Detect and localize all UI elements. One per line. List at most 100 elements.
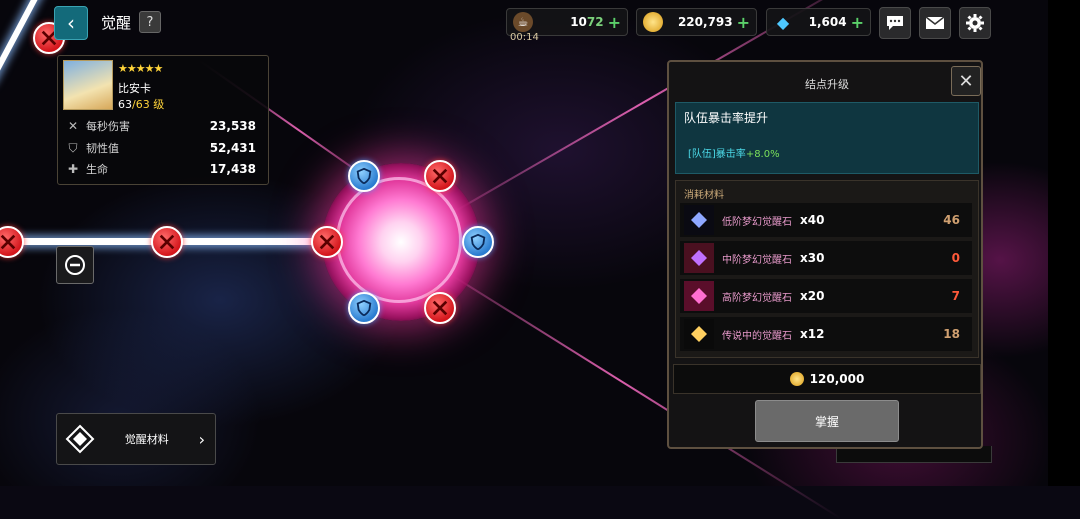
gem-icon	[684, 281, 714, 311]
material-owned: 18	[943, 327, 960, 341]
tree-node-attack[interactable]	[311, 226, 343, 258]
chevron-left-icon: ‹	[67, 11, 75, 35]
master-button[interactable]: 掌握	[755, 400, 899, 442]
diamond-icon: ◆	[776, 12, 790, 32]
hero-stat-health: ✚ 生命 17,438	[66, 161, 256, 177]
page-title: 觉醒	[101, 14, 132, 32]
hero-level-current: 63	[118, 98, 132, 111]
gem-value: 1,604	[808, 15, 847, 29]
chevron-right-icon: ›	[198, 429, 205, 449]
node-effect: [队伍]暴击率+8.0%	[688, 145, 780, 160]
material-name: 传说中的觉醒石	[722, 330, 792, 342]
cross-health-icon: ✚	[67, 162, 79, 176]
gold-counter: 220,793 +	[636, 8, 757, 36]
close-button[interactable]: ✕	[951, 66, 981, 96]
gem-icon	[684, 319, 714, 349]
materials-title: 消耗材料	[684, 190, 724, 201]
node-upgrade-panel: 结点升级 ✕ 队伍暴击率提升 [队伍]暴击率+8.0% 消耗材料 低阶梦幻觉醒石…	[667, 60, 983, 449]
material-qty: x30	[800, 251, 825, 265]
mail-icon	[925, 16, 945, 29]
stat-label: 生命	[86, 163, 108, 176]
help-button[interactable]: ?	[139, 11, 161, 33]
stat-label: 韧性值	[86, 142, 119, 155]
stamina-current: 10	[570, 15, 587, 29]
material-name: 中阶梦幻觉醒石	[722, 254, 792, 266]
material-owned: 46	[943, 213, 960, 227]
coffee-cup-icon: ☕	[513, 12, 533, 32]
gold-value: 220,793	[677, 15, 733, 29]
material-qty: x40	[800, 213, 825, 227]
material-row[interactable]: 低阶梦幻觉醒石 x40 46	[680, 203, 972, 237]
crossed-swords-icon	[432, 168, 448, 184]
stat-label: 每秒伤害	[86, 120, 130, 133]
mail-button[interactable]	[919, 7, 951, 39]
material-row[interactable]: 传说中的觉醒石 x12 18	[680, 317, 972, 351]
crossed-swords-icon	[0, 234, 16, 250]
effect-prefix: [队伍]暴击率	[688, 149, 746, 160]
gold-coin-icon	[643, 12, 663, 32]
screen-edge-bar	[1048, 0, 1080, 486]
hero-star-rating: ★★★★★	[118, 62, 163, 75]
material-name: 低阶梦幻觉醒石	[722, 216, 792, 228]
gem-counter: ◆ 1,604 +	[766, 8, 871, 36]
add-stamina-button[interactable]: +	[608, 13, 621, 32]
awakening-emblem-icon	[65, 424, 95, 454]
zoom-out-button[interactable]	[56, 246, 94, 284]
shield-icon: ⛉	[68, 141, 78, 155]
shield-icon	[356, 299, 372, 317]
add-gold-button[interactable]: +	[737, 13, 750, 32]
material-row[interactable]: 中阶梦幻觉醒石 x30 0	[680, 241, 972, 275]
close-icon: ✕	[958, 70, 974, 92]
tree-node-attack[interactable]	[424, 292, 456, 324]
material-owned: 0	[951, 251, 960, 265]
node-name: 队伍暴击率提升	[684, 111, 769, 125]
stat-value: 23,538	[209, 119, 256, 133]
material-name: 高阶梦幻觉醒石	[722, 292, 792, 304]
upgrade-cost: 120,000	[673, 364, 981, 394]
shield-icon	[470, 233, 486, 251]
gem-icon	[684, 243, 714, 273]
chat-icon	[887, 16, 903, 30]
back-button[interactable]: ‹	[54, 6, 88, 40]
shield-icon	[356, 167, 372, 185]
tree-node-attack[interactable]	[0, 226, 24, 258]
crossed-swords-icon	[432, 300, 448, 316]
crossed-swords-icon: ✕	[67, 119, 79, 133]
add-gem-button[interactable]: +	[851, 13, 864, 32]
hero-name: 比安卡	[118, 82, 151, 95]
minus-circle-icon	[65, 255, 85, 275]
material-qty: x12	[800, 327, 825, 341]
stat-value: 17,438	[209, 162, 256, 176]
tree-node-defense[interactable]	[348, 292, 380, 324]
tree-node-attack[interactable]	[151, 226, 183, 258]
chat-button[interactable]	[879, 7, 911, 39]
tree-node-defense[interactable]	[348, 160, 380, 192]
awakening-materials-button[interactable]: 觉醒材料 ›	[56, 413, 216, 465]
hero-level-max: /63 级	[132, 98, 165, 111]
material-qty: x20	[800, 289, 825, 303]
hero-level: 63/63 级	[118, 96, 164, 112]
settings-button[interactable]	[959, 7, 991, 39]
stamina-max: 72	[586, 15, 604, 29]
core-ring	[336, 177, 462, 303]
settings-gear-icon	[966, 14, 984, 32]
effect-bonus: +8.0%	[745, 149, 780, 160]
node-effect-box: 队伍暴击率提升 [队伍]暴击率+8.0%	[675, 102, 979, 174]
hero-stat-toughness: ⛉ 韧性值 52,431	[66, 140, 256, 156]
cost-value: 120,000	[809, 372, 865, 386]
tree-node-attack[interactable]	[424, 160, 456, 192]
materials-label: 觉醒材料	[124, 433, 169, 446]
gold-coin-icon	[789, 372, 804, 386]
hero-stat-dps: ✕ 每秒伤害 23,538	[66, 118, 256, 134]
hero-portrait[interactable]	[63, 60, 113, 110]
tree-node-defense[interactable]	[462, 226, 494, 258]
hero-info-card: ★★★★★ 比安卡 63/63 级 ✕ 每秒伤害 23,538 ⛉ 韧性值 52…	[57, 55, 269, 185]
material-row[interactable]: 高阶梦幻觉醒石 x20 7	[680, 279, 972, 313]
stamina-timer: 00:14	[510, 32, 539, 43]
gem-icon	[684, 205, 714, 235]
materials-list: 消耗材料 低阶梦幻觉醒石 x40 46 中阶梦幻觉醒石 x30 0 高阶梦幻觉醒…	[675, 180, 979, 358]
material-owned: 7	[951, 289, 960, 303]
panel-title: 结点升级	[805, 78, 849, 91]
crossed-swords-icon	[319, 234, 335, 250]
stat-value: 52,431	[209, 141, 256, 155]
